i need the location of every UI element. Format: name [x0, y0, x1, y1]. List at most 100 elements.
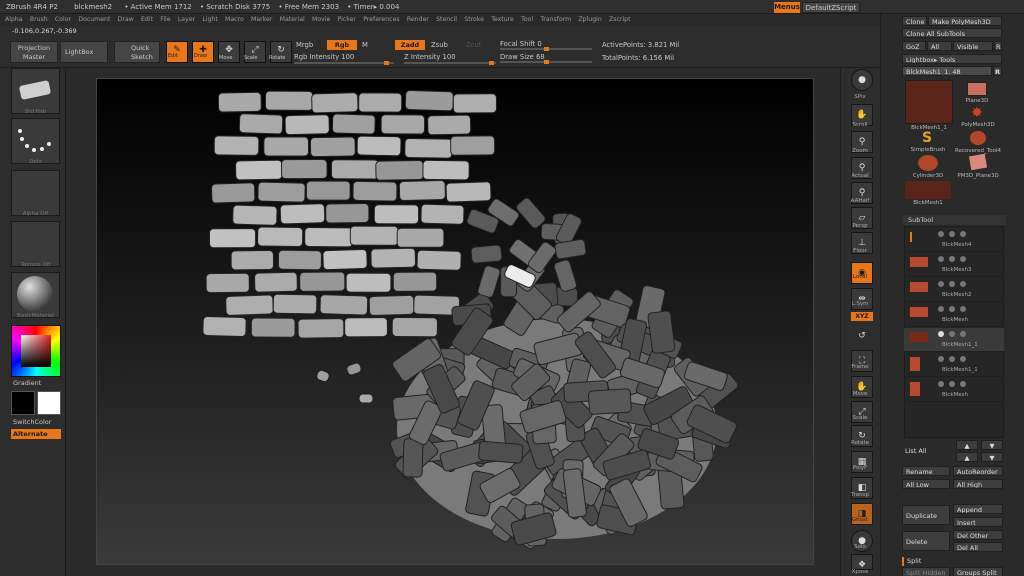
split-section-header[interactable]: Split	[902, 557, 1002, 566]
brush-thumbnail[interactable]	[11, 68, 60, 114]
menu-macro[interactable]: Macro	[225, 14, 244, 26]
pm3d-plane3d-icon[interactable]	[968, 153, 988, 171]
all-low-button[interactable]: All Low	[902, 479, 950, 489]
menu-zplugin[interactable]: Zplugin	[578, 14, 601, 26]
zadd-toggle[interactable]: Zadd	[395, 40, 425, 50]
menu-document[interactable]: Document	[78, 14, 110, 26]
goz-all-button[interactable]: All	[927, 41, 952, 51]
draw-size-slider[interactable]	[500, 60, 592, 64]
subtool-toggles[interactable]	[938, 231, 984, 237]
menu-brush[interactable]: Brush	[30, 14, 48, 26]
autoreorder-button[interactable]: AutoReorder	[953, 466, 1003, 476]
bpr-button[interactable]: ●	[851, 69, 873, 91]
duplicate-button[interactable]: Duplicate	[902, 505, 950, 525]
stroke-thumbnail[interactable]	[11, 118, 60, 164]
move-subtool-up-button[interactable]: ▲	[956, 440, 978, 450]
menu-picker[interactable]: Picker	[338, 14, 356, 26]
draw-mode-button[interactable]: ✚	[192, 41, 214, 63]
zcut-toggle[interactable]: Zcut	[466, 41, 481, 49]
insert-button[interactable]: Insert	[953, 517, 1003, 527]
split-hidden-button[interactable]: Split Hidden	[902, 567, 950, 576]
menu-file[interactable]: File	[160, 14, 170, 26]
blckmesh1-thumbnail[interactable]	[905, 181, 951, 199]
focal-shift-slider[interactable]	[500, 47, 592, 51]
menu-material[interactable]: Material	[280, 14, 305, 26]
rotate-axis-button[interactable]: ↺	[851, 326, 873, 348]
menu-render[interactable]: Render	[407, 14, 429, 26]
subtool-toggles[interactable]	[938, 306, 984, 312]
move-subtool-bottom-button[interactable]: ▼	[981, 452, 1003, 462]
alpha-thumbnail[interactable]	[11, 170, 60, 216]
current-tool-slider[interactable]: BlckMesh1_1. 48	[902, 66, 992, 76]
goz-r-button[interactable]: R	[994, 41, 1002, 51]
tool-thumb-blckmesh1-1[interactable]	[905, 80, 953, 124]
append-button[interactable]: Append	[953, 504, 1003, 514]
menu-alpha[interactable]: Alpha	[5, 14, 23, 26]
menu-color[interactable]: Color	[55, 14, 71, 26]
z-intensity-slider[interactable]	[404, 61, 496, 65]
zsub-toggle[interactable]: Zsub	[431, 41, 448, 49]
del-all-button[interactable]: Del All	[953, 542, 1003, 552]
current-tool-r-button[interactable]: R	[993, 66, 1002, 76]
color-saturation-square[interactable]	[21, 335, 51, 367]
main-color-swatch[interactable]	[11, 391, 35, 415]
make-polymesh3d-button[interactable]: Make PolyMesh3D	[928, 16, 1002, 26]
texture-thumbnail[interactable]	[11, 221, 60, 267]
clone-all-subtools-button[interactable]: Clone All SubTools	[902, 28, 1002, 38]
menu-tool[interactable]: Tool	[521, 14, 533, 26]
subtool-toggles[interactable]	[938, 281, 984, 287]
local-button[interactable]: ◉	[851, 262, 873, 284]
recovered-tool-icon[interactable]	[970, 131, 986, 145]
move-subtool-top-button[interactable]: ▲	[956, 452, 978, 462]
subtool-toggles[interactable]	[938, 256, 984, 262]
menu-transform[interactable]: Transform	[540, 14, 571, 26]
menu-zscript[interactable]: Zscript	[609, 14, 630, 26]
menu-marker[interactable]: Marker	[251, 14, 272, 26]
menu-movie[interactable]: Movie	[312, 14, 330, 26]
move-subtool-down-button[interactable]: ▼	[981, 440, 1003, 450]
subtool-row[interactable]: BlckMesh3	[904, 253, 1004, 277]
subtool-row-selected[interactable]: BlckMesh1_1	[904, 328, 1004, 352]
subtool-toggles[interactable]	[938, 331, 984, 337]
lightbox-tools-button[interactable]: Lightbox▸ Tools	[902, 54, 1002, 64]
subtool-toggles[interactable]	[938, 356, 984, 362]
menu-stroke[interactable]: Stroke	[464, 14, 484, 26]
switchcolor-button[interactable]: SwitchColor	[13, 418, 51, 426]
color-picker[interactable]	[11, 325, 61, 377]
menu-texture[interactable]: Texture	[491, 14, 514, 26]
groups-split-button[interactable]: Groups Split	[953, 567, 1003, 576]
menu-stencil[interactable]: Stencil	[436, 14, 457, 26]
spix-label[interactable]: SPix	[842, 94, 878, 100]
projection-master-button[interactable]: Projection Master	[10, 41, 58, 63]
subtool-row[interactable]: BlckMesh2	[904, 278, 1004, 302]
m-toggle[interactable]: M	[362, 41, 368, 49]
default-zscript-button[interactable]: DefaultZScript	[802, 2, 860, 13]
subtool-toggles[interactable]	[938, 381, 984, 387]
delete-button[interactable]: Delete	[902, 531, 950, 551]
xpose-button[interactable]: ❖	[851, 554, 873, 570]
rgb-toggle[interactable]: Rgb	[327, 40, 357, 50]
menu-layer[interactable]: Layer	[178, 14, 195, 26]
xyz-button[interactable]: XYZ	[851, 312, 873, 321]
alternate-button[interactable]: Alternate	[11, 429, 61, 439]
lightbox-button[interactable]: LightBox	[60, 41, 108, 63]
subtool-row[interactable]: BlckMesh4	[904, 228, 1004, 252]
rename-button[interactable]: Rename	[902, 466, 950, 476]
rgb-intensity-slider[interactable]	[294, 61, 394, 65]
subtool-header[interactable]: SubTool	[902, 215, 1006, 225]
mrgb-toggle[interactable]: Mrgb	[296, 41, 313, 49]
list-all-button[interactable]: List All	[902, 446, 950, 456]
cylinder3d-icon[interactable]	[918, 155, 938, 171]
menus-button[interactable]: Menus	[774, 2, 800, 13]
goz-visible-button[interactable]: Visible	[953, 41, 993, 51]
edit-mode-button[interactable]: ✎	[166, 41, 188, 63]
viewport-canvas[interactable]	[96, 78, 814, 565]
secondary-color-swatch[interactable]	[37, 391, 61, 415]
brick-wall-model[interactable]	[97, 79, 815, 566]
subtool-row[interactable]: BlckMesh	[904, 303, 1004, 327]
menu-light[interactable]: Light	[202, 14, 217, 26]
del-other-button[interactable]: Del Other	[953, 530, 1003, 540]
menu-preferences[interactable]: Preferences	[363, 14, 399, 26]
plane3d-icon[interactable]	[967, 82, 987, 96]
subtool-row[interactable]: BlckMesh	[904, 378, 1004, 402]
